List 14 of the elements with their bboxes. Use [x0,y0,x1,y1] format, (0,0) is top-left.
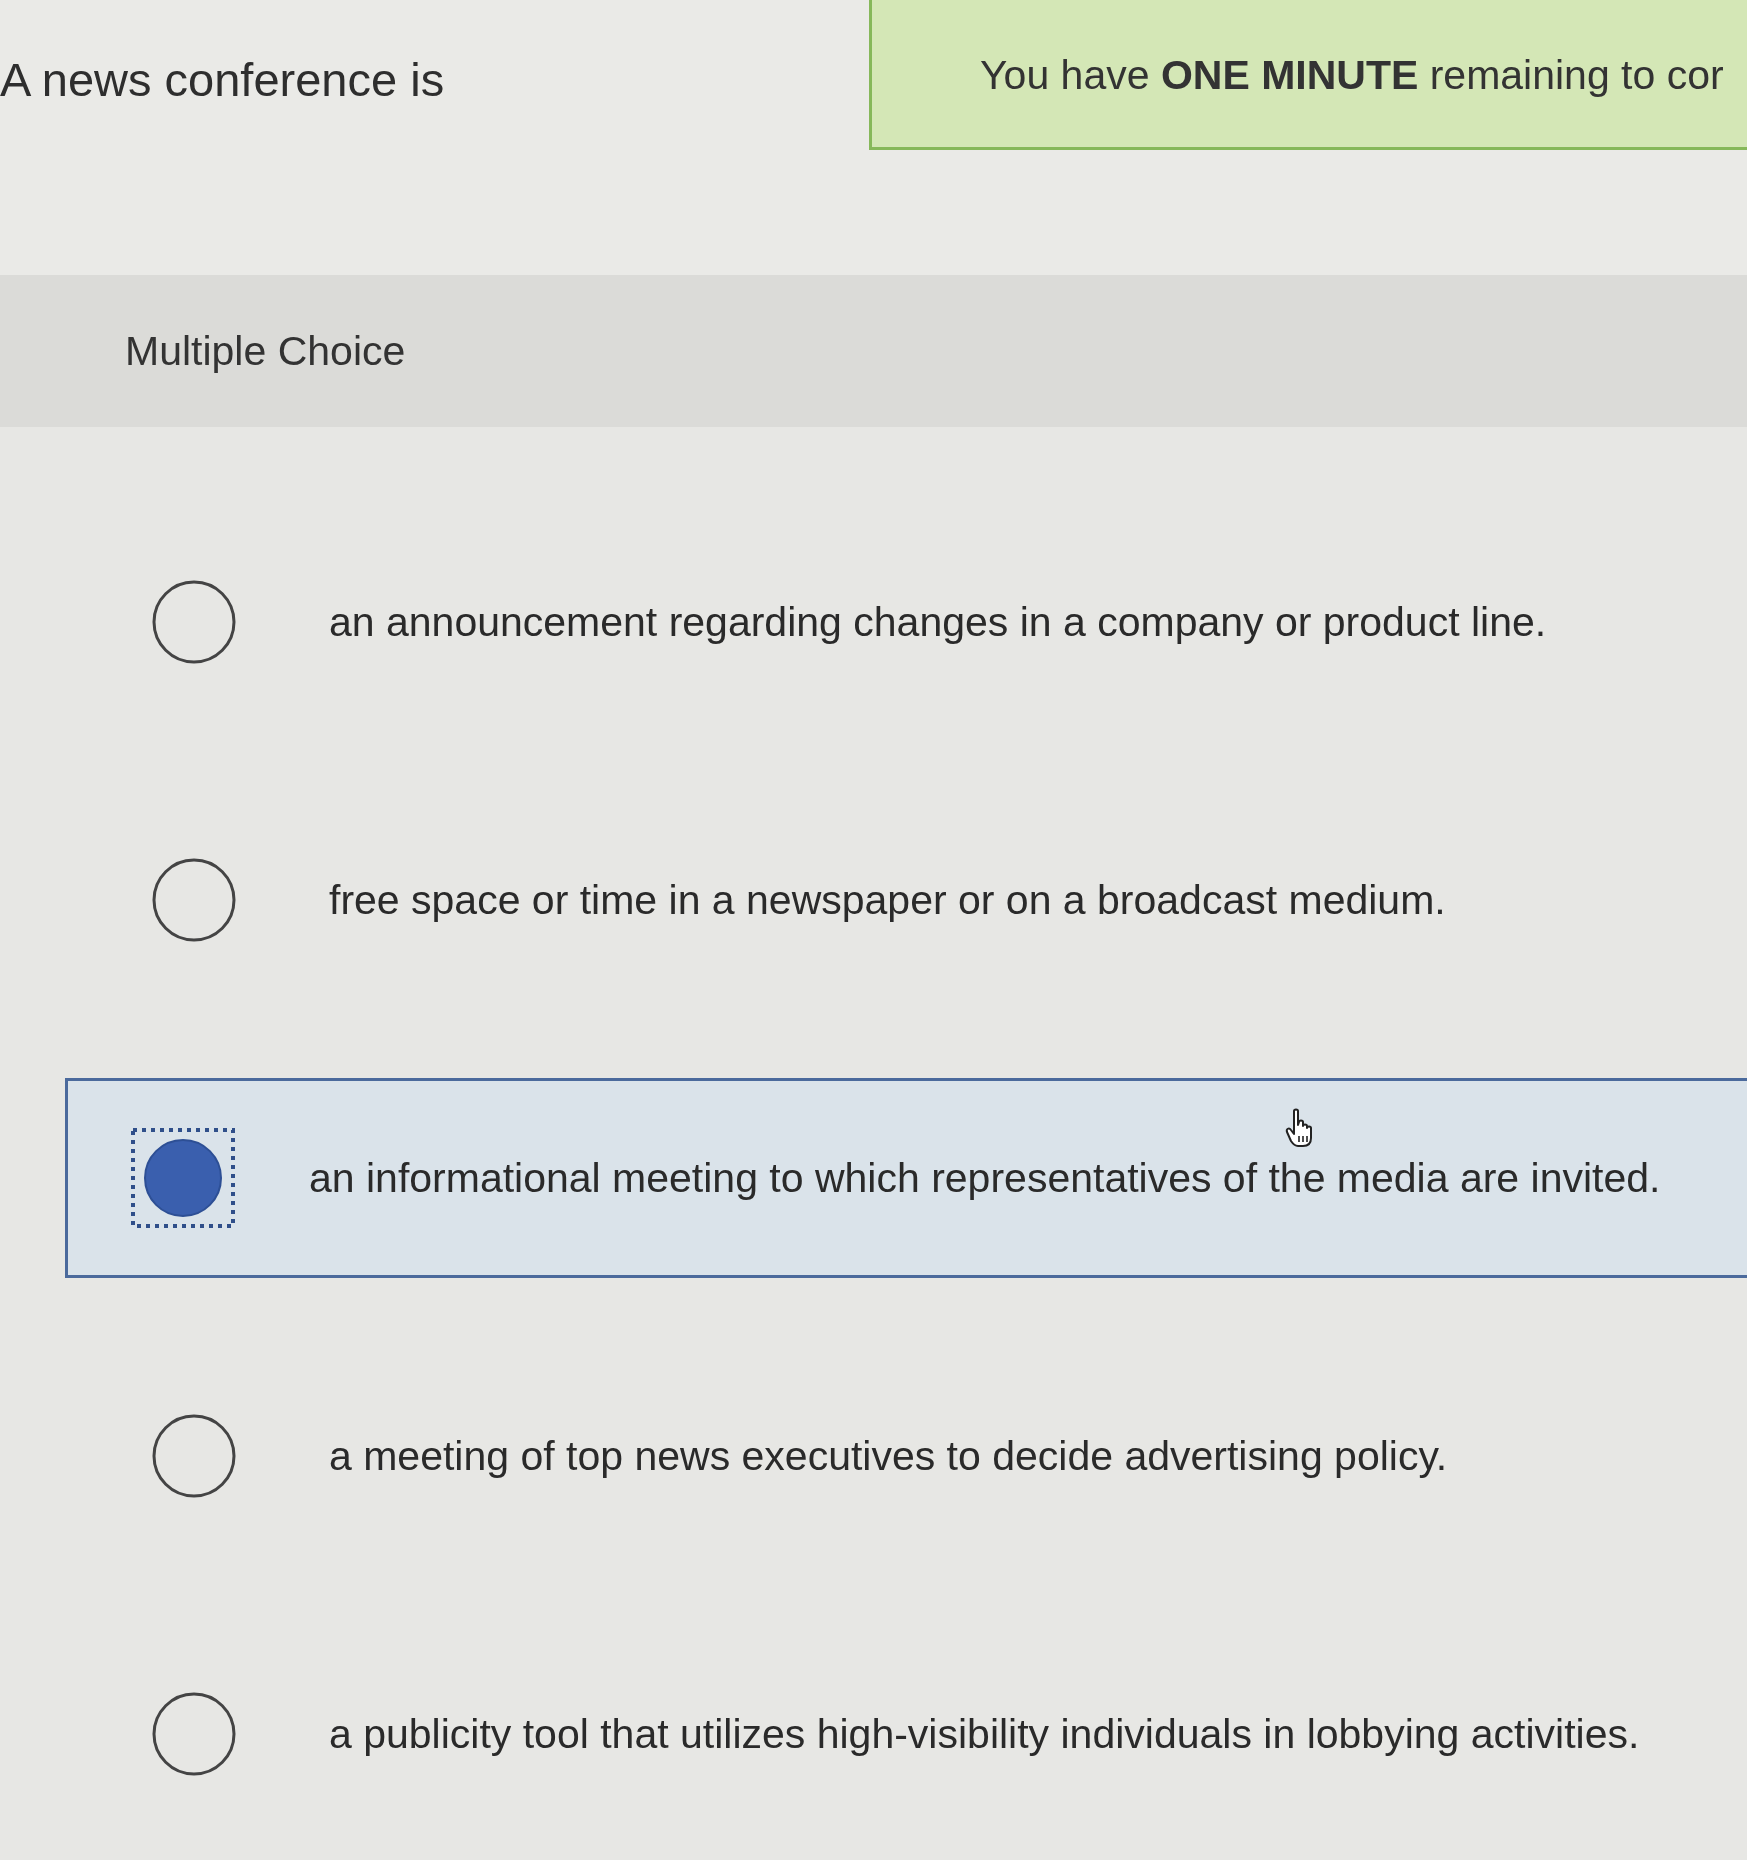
timer-banner: You have ONE MINUTE remaining to cor [869,0,1747,150]
question-text: A news conference is [0,52,446,107]
question-type-label: Multiple Choice [125,327,406,375]
hand-pointer-icon [1285,1108,1315,1148]
option-text: free space or time in a newspaper or on a broadcast medium. [329,876,1446,924]
radio-button-icon[interactable] [151,579,237,665]
option-text: an informational meeting to which representatives of the media are invited. [309,1154,1661,1202]
option-text: a publicity tool that utilizes high-visibility individuals in lobbying activities. [329,1710,1640,1758]
option-text: a meeting of top news executives to decide advertising policy. [329,1432,1448,1480]
radio-button-icon[interactable] [131,1128,235,1228]
radio-button-icon[interactable] [151,1413,237,1499]
option-text: an announcement regarding changes in a company or product line. [329,598,1547,646]
radio-button-icon[interactable] [151,857,237,943]
radio-button-icon[interactable] [151,1691,237,1777]
